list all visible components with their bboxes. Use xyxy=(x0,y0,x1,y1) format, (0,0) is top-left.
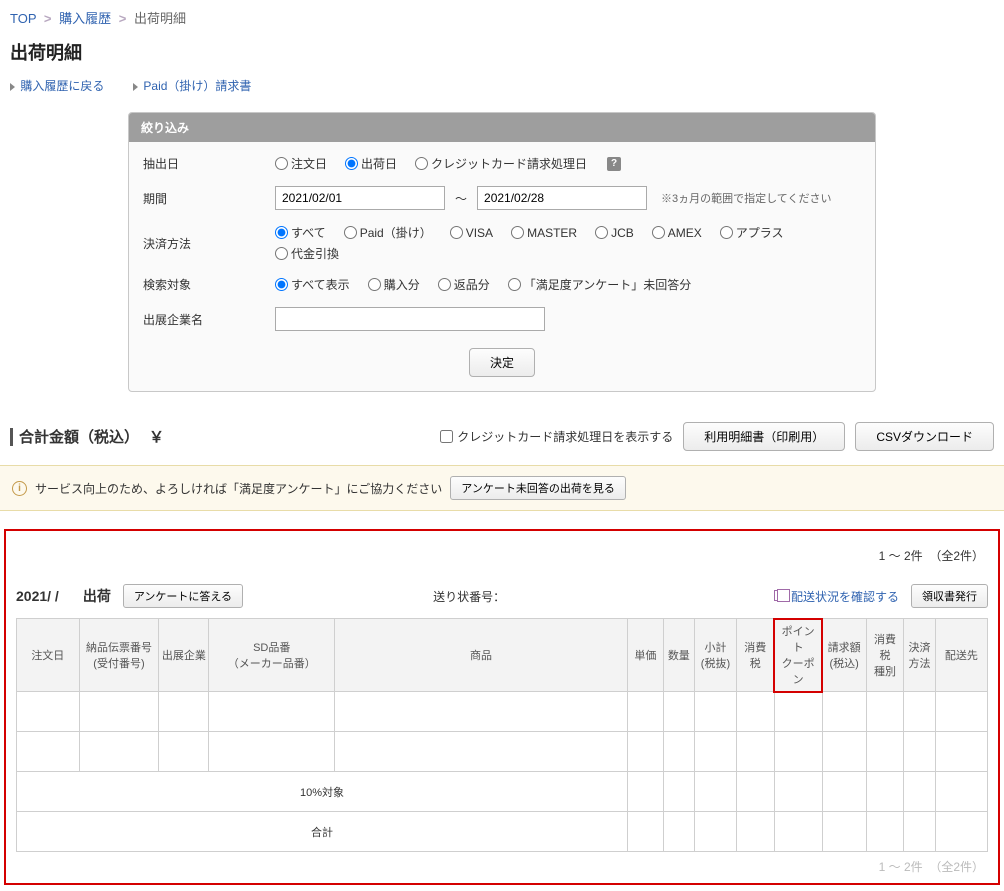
col-header: 商品 xyxy=(335,619,628,692)
breadcrumb-top[interactable]: TOP xyxy=(10,11,36,26)
breadcrumb-sep: > xyxy=(44,11,52,26)
target-all[interactable]: すべて表示 xyxy=(275,276,350,293)
payment-visa[interactable]: VISA xyxy=(450,226,493,240)
shipment-date: 2021/ / xyxy=(16,588,59,604)
col-header: SD品番（メーカー品番） xyxy=(209,619,335,692)
col-header: 消費税種別 xyxy=(866,619,904,692)
table-row xyxy=(16,692,987,732)
answer-survey-button[interactable]: アンケートに答える xyxy=(123,584,243,608)
table-row xyxy=(16,732,987,772)
col-header: 請求額(税込) xyxy=(822,619,866,692)
shipment-status: 出荷 xyxy=(83,586,111,606)
arrow-icon xyxy=(133,83,138,91)
payment-paid[interactable]: Paid（掛け） xyxy=(344,224,432,241)
total-row: 合計金額（税込） ￥ クレジットカード請求処理日を表示する 利用明細書（印刷用）… xyxy=(0,422,1004,465)
payment-jcb[interactable]: JCB xyxy=(595,226,634,240)
total-row: 合計 xyxy=(16,812,987,852)
total-label: 合計金額（税込） xyxy=(19,426,139,447)
period-note: ※3ヵ月の範囲で指定してください xyxy=(661,190,831,206)
result-count-top: 1 ～ 2件 （全2件） xyxy=(6,547,998,584)
print-detail-button[interactable]: 利用明細書（印刷用） xyxy=(683,422,845,451)
col-header: 納品伝票番号(受付番号) xyxy=(79,619,159,692)
target-survey[interactable]: 「満足度アンケート」未回答分 xyxy=(508,276,692,293)
bar-icon xyxy=(10,428,13,446)
filter-submit-button[interactable]: 決定 xyxy=(469,348,535,377)
sub-links: 購入履歴に戻る Paid（掛け）請求書 xyxy=(0,75,1004,112)
col-header: 単価 xyxy=(628,619,664,692)
target-return[interactable]: 返品分 xyxy=(438,276,490,293)
filter-panel: 絞り込み 抽出日 注文日 出荷日 クレジットカード請求処理日 ? 期間 ～ ※3… xyxy=(128,112,876,392)
extract-date-order[interactable]: 注文日 xyxy=(275,155,327,172)
target-purchase[interactable]: 購入分 xyxy=(368,276,420,293)
shipment-header: 2021/ / 出荷 アンケートに答える 送り状番号： 配送状況を確認する 領収… xyxy=(6,584,998,618)
info-icon: i xyxy=(12,481,27,496)
tax-row: 10%対象 xyxy=(16,772,987,812)
payment-all[interactable]: すべて xyxy=(275,224,326,241)
result-count-bottom: 1 ～ 2件 （全2件） xyxy=(6,852,998,877)
col-header: 決済方法 xyxy=(904,619,935,692)
view-unanswered-button[interactable]: アンケート未回答の出荷を見る xyxy=(450,476,626,500)
breadcrumb: TOP > 購入履歴 > 出荷明細 xyxy=(0,0,1004,33)
col-header: ポイントクーポン xyxy=(774,619,822,692)
breadcrumb-current: 出荷明細 xyxy=(134,11,186,26)
issue-receipt-button[interactable]: 領収書発行 xyxy=(911,584,988,608)
extract-date-ship[interactable]: 出荷日 xyxy=(345,155,397,172)
extract-date-cc[interactable]: クレジットカード請求処理日 xyxy=(415,155,587,172)
breadcrumb-history[interactable]: 購入履歴 xyxy=(59,11,111,26)
show-cc-checkbox[interactable]: クレジットカード請求処理日を表示する xyxy=(440,428,673,445)
date-to-input[interactable] xyxy=(477,186,647,210)
result-highlight-box: 1 ～ 2件 （全2件） 2021/ / 出荷 アンケートに答える 送り状番号：… xyxy=(4,529,1000,885)
company-input[interactable] xyxy=(275,307,545,331)
col-header: 出展企業 xyxy=(159,619,209,692)
breadcrumb-sep: > xyxy=(119,11,127,26)
col-header: 数量 xyxy=(663,619,694,692)
extract-date-label: 抽出日 xyxy=(143,155,275,172)
external-link-icon xyxy=(774,590,785,601)
col-header: 配送先 xyxy=(935,619,987,692)
payment-label: 決済方法 xyxy=(143,235,275,252)
notice-text: サービス向上のため、よろしければ「満足度アンケート」にご協力ください xyxy=(35,480,442,497)
csv-download-button[interactable]: CSVダウンロード xyxy=(855,422,994,451)
payment-master[interactable]: MASTER xyxy=(511,226,577,240)
payment-amex[interactable]: AMEX xyxy=(652,226,702,240)
target-label: 検索対象 xyxy=(143,276,275,293)
period-label: 期間 xyxy=(143,190,275,207)
company-label: 出展企業名 xyxy=(143,311,275,328)
page-title: 出荷明細 xyxy=(0,33,1004,75)
back-to-history-link[interactable]: 購入履歴に戻る xyxy=(20,79,104,93)
col-header: 注文日 xyxy=(16,619,79,692)
survey-notice: i サービス向上のため、よろしければ「満足度アンケート」にご協力ください アンケ… xyxy=(0,465,1004,511)
payment-aplus[interactable]: アプラス xyxy=(720,224,784,241)
filter-header: 絞り込み xyxy=(129,113,875,142)
paid-invoice-link[interactable]: Paid（掛け）請求書 xyxy=(143,79,251,93)
col-header: 消費税 xyxy=(736,619,774,692)
payment-cod[interactable]: 代金引換 xyxy=(275,245,339,262)
period-tilde: ～ xyxy=(455,190,467,207)
arrow-icon xyxy=(10,83,15,91)
col-header: 小計(税抜) xyxy=(695,619,737,692)
date-from-input[interactable] xyxy=(275,186,445,210)
help-icon[interactable]: ? xyxy=(607,157,621,171)
total-yen: ￥ xyxy=(149,426,164,447)
check-delivery-link[interactable]: 配送状況を確認する xyxy=(774,588,899,605)
detail-table: 注文日納品伝票番号(受付番号)出展企業SD品番（メーカー品番）商品単価数量小計(… xyxy=(16,618,988,852)
tracking-label: 送り状番号： xyxy=(433,588,505,605)
